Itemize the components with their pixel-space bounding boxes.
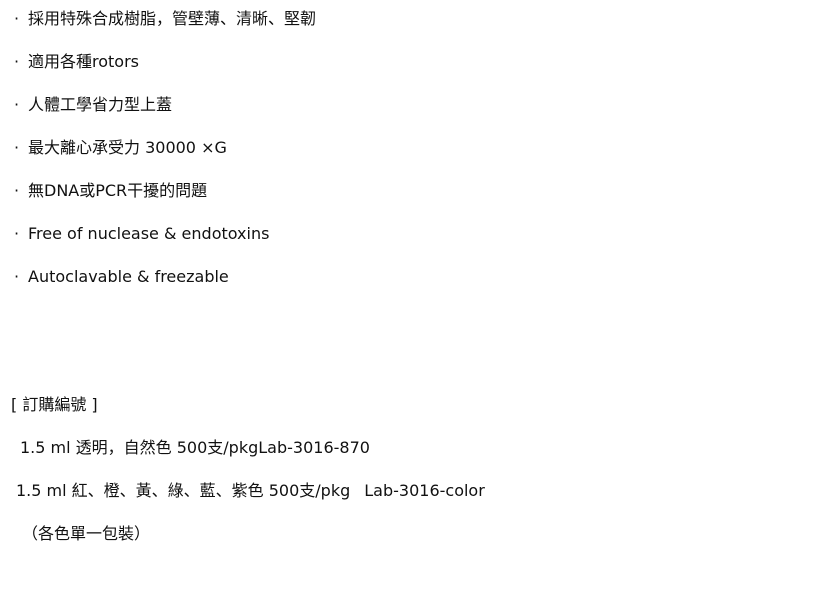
feature-item: · 人體工學省力型上蓋 [14, 92, 316, 135]
feature-item: · 無DNA或PCR干擾的問題 [14, 178, 316, 221]
order-description: 1.5 ml 紅、橙、黃、綠、藍、紫色 500支/pkg [16, 481, 351, 500]
feature-text: 人體工學省力型上蓋 [28, 95, 173, 114]
bullet-dot: · [14, 267, 20, 286]
bullet-dot: · [14, 181, 20, 200]
order-code: Lab-3016-color [364, 481, 485, 500]
feature-item: · 適用各種rotors [14, 49, 316, 92]
feature-item: · Free of nuclease & endotoxins [14, 221, 316, 264]
feature-item: · Autoclavable & freezable [14, 264, 316, 307]
feature-text: Autoclavable & freezable [28, 267, 229, 286]
order-description: 1.5 ml 透明，自然色 500支/pkg [20, 438, 259, 457]
bullet-dot: · [14, 52, 20, 71]
bullet-dot: · [14, 138, 20, 157]
order-line-clear: 1.5 ml 透明，自然色 500支/pkgLab-3016-870 [20, 435, 370, 461]
feature-item: · 採用特殊合成樹脂，管壁薄、清晰、堅韌 [14, 6, 316, 49]
feature-text: Free of nuclease & endotoxins [28, 224, 270, 243]
bullet-dot: · [14, 95, 20, 114]
feature-text: 無DNA或PCR干擾的問題 [28, 181, 208, 200]
feature-text: 最大離心承受力 30000 ×G [28, 138, 227, 157]
feature-text: 適用各種rotors [28, 52, 139, 71]
bullet-dot: · [14, 224, 20, 243]
feature-text: 採用特殊合成樹脂，管壁薄、清晰、堅韌 [28, 9, 317, 28]
feature-item: · 最大離心承受力 30000 ×G [14, 135, 316, 178]
feature-list: · 採用特殊合成樹脂，管壁薄、清晰、堅韌 · 適用各種rotors · 人體工學省力型… [14, 6, 316, 307]
order-line-color: 1.5 ml 紅、橙、黃、綠、藍、紫色 500支/pkg Lab-3016-col… [16, 478, 485, 504]
ordering-title: [ 訂購編號 ] [11, 395, 98, 414]
order-code: Lab-3016-870 [258, 438, 370, 457]
ordering-note: （各色單一包裝） [22, 524, 151, 543]
bullet-dot: · [14, 9, 20, 28]
